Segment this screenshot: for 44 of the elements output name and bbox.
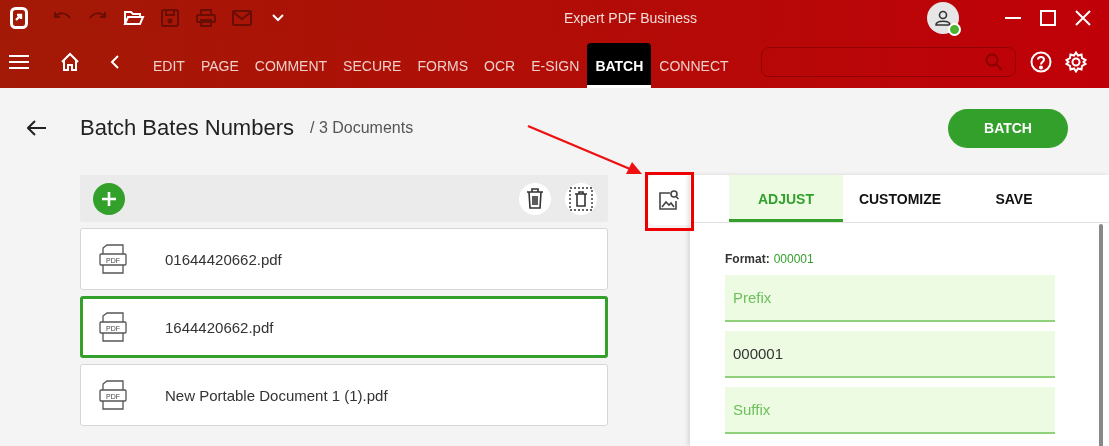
highlight-frame: [645, 172, 694, 231]
menu-tab[interactable]: E-SIGN: [523, 43, 588, 88]
user-avatar-icon[interactable]: [927, 2, 959, 34]
close-icon[interactable]: [1074, 9, 1092, 27]
menu-tab[interactable]: SECURE: [335, 43, 410, 88]
settings-icon[interactable]: [1064, 51, 1087, 73]
file-name: 1644420662.pdf: [165, 318, 274, 336]
menu-icon[interactable]: [9, 54, 29, 70]
home-icon[interactable]: [60, 52, 80, 72]
menu-tab[interactable]: PAGE: [192, 43, 247, 88]
file-name: New Portable Document 1 (1).pdf: [165, 386, 388, 404]
app-logo-icon[interactable]: [10, 7, 28, 29]
document-count: / 3 Documents: [310, 119, 415, 137]
page-title: Batch Bates Numbers: [80, 115, 294, 141]
image-search-icon: [658, 189, 680, 211]
menu-tab[interactable]: EDIT: [145, 43, 193, 88]
scrollbar[interactable]: [1099, 224, 1103, 446]
file-name: 01644420662.pdf: [165, 250, 282, 268]
folder-icon[interactable]: [123, 8, 145, 28]
menu-tab[interactable]: CONNECT: [651, 43, 737, 88]
menu-tab[interactable]: FORMS: [409, 43, 476, 88]
help-icon[interactable]: [1029, 51, 1052, 73]
input-field[interactable]: 000001: [725, 331, 1055, 378]
search-field[interactable]: [760, 47, 1016, 77]
panel-tab[interactable]: ADJUST: [729, 175, 843, 222]
window-title: Expert PDF Business: [562, 10, 699, 26]
search-icon: [984, 53, 1003, 71]
input-field[interactable]: Prefix: [725, 275, 1055, 322]
trash-icon[interactable]: [519, 182, 551, 215]
input-field[interactable]: Suffix: [725, 387, 1055, 434]
format-value: 000001: [773, 252, 814, 266]
menu-tab[interactable]: COMMENT: [246, 43, 336, 88]
preview-tab[interactable]: [648, 175, 690, 225]
panel-tab[interactable]: SAVE: [957, 175, 1071, 222]
maximize-icon[interactable]: [1039, 9, 1057, 27]
back-arrow-icon[interactable]: [27, 120, 47, 136]
back-chevron-icon[interactable]: [110, 54, 120, 70]
add-icon[interactable]: [93, 182, 125, 215]
batch-button[interactable]: BATCH: [948, 108, 1068, 148]
menu-tab[interactable]: BATCH: [587, 43, 652, 88]
menu-tab[interactable]: OCR: [476, 43, 524, 88]
panel-tab[interactable]: CUSTOMIZE: [843, 175, 957, 222]
trash-selection-icon[interactable]: [565, 182, 597, 215]
format-label: Format:: [725, 252, 770, 266]
